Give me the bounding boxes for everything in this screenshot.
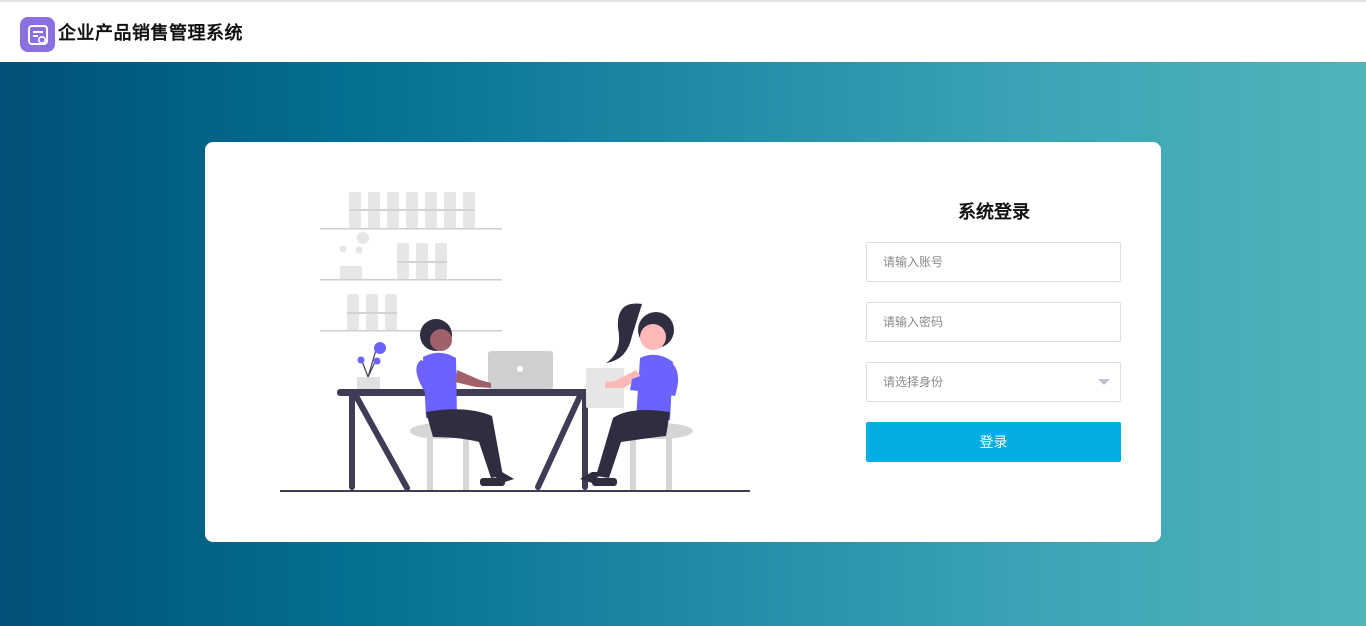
role-select-placeholder: 请选择身份 bbox=[883, 375, 944, 389]
form-icon bbox=[27, 24, 48, 45]
password-input[interactable] bbox=[867, 303, 1120, 341]
login-button[interactable]: 登录 bbox=[866, 422, 1121, 462]
plant-icon bbox=[357, 342, 386, 389]
login-title: 系统登录 bbox=[958, 202, 1030, 223]
app-title: 企业产品销售管理系统 bbox=[58, 23, 243, 44]
login-card: 系统登录 请选择身份 登录 bbox=[205, 142, 1161, 542]
account-input[interactable] bbox=[867, 243, 1120, 281]
chevron-down-icon[interactable] bbox=[1098, 379, 1110, 385]
app-logo-icon bbox=[20, 17, 55, 52]
account-field[interactable] bbox=[866, 242, 1121, 282]
password-field[interactable] bbox=[866, 302, 1121, 342]
role-select[interactable]: 请选择身份 bbox=[866, 362, 1121, 402]
app-header: 企业产品销售管理系统 bbox=[0, 2, 1366, 62]
login-background: 系统登录 请选择身份 登录 bbox=[0, 62, 1366, 626]
office-workers-illustration bbox=[280, 192, 750, 492]
